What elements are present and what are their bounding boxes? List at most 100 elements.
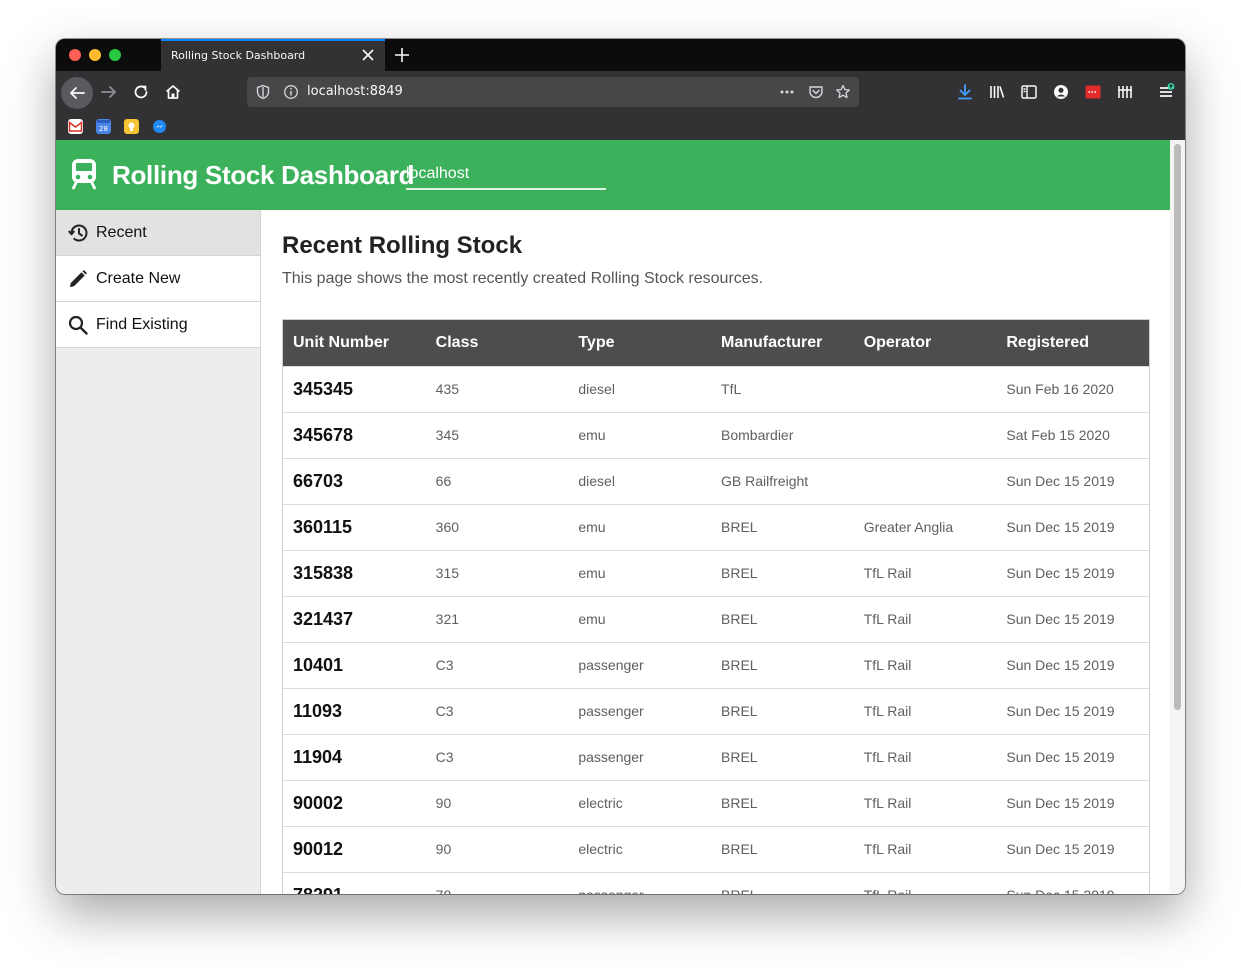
- host-input-value[interactable]: localhost: [406, 165, 469, 183]
- library-button[interactable]: [982, 77, 1012, 107]
- reload-button[interactable]: [126, 77, 156, 107]
- type-cell: emu: [578, 427, 606, 443]
- shield-icon[interactable]: [255, 84, 271, 100]
- new-tab-icon[interactable]: [393, 46, 411, 64]
- unit-number-cell[interactable]: 66703: [283, 459, 426, 504]
- search-icon: [68, 315, 88, 335]
- type-cell: electric: [578, 795, 623, 811]
- table-row[interactable]: 315838 315 emu BREL TfL Rail Sun Dec 15 …: [283, 550, 1149, 596]
- downloads-button[interactable]: [950, 77, 980, 107]
- info-icon[interactable]: [283, 84, 299, 100]
- type-cell: passenger: [578, 749, 644, 765]
- type-cell: diesel: [578, 381, 615, 397]
- back-button[interactable]: [61, 77, 93, 109]
- tab-title: Rolling Stock Dashboard: [171, 49, 306, 62]
- gmail-bookmark-icon[interactable]: [68, 119, 83, 134]
- host-input[interactable]: localhost: [406, 164, 606, 190]
- extension-red-icon: [1085, 85, 1101, 99]
- operator-cell: TfL Rail: [863, 611, 912, 627]
- extension-button-red[interactable]: [1078, 77, 1108, 107]
- manufacturer-cell: BREL: [721, 519, 758, 535]
- class-cell: 90: [435, 841, 452, 857]
- operator-cell: TfL Rail: [863, 749, 912, 765]
- home-button[interactable]: [158, 77, 188, 107]
- sidebar-item-create-new[interactable]: Create New: [56, 256, 260, 302]
- table-row[interactable]: 360115 360 emu BREL Greater Anglia Sun D…: [283, 504, 1149, 550]
- registered-cell: Sun Dec 15 2019: [1006, 565, 1115, 581]
- table-row[interactable]: 78291 78 passenger BREL TfL Rail Sun Dec…: [283, 872, 1149, 894]
- type-cell: electric: [578, 841, 623, 857]
- navigation-toolbar: localhost:8849: [56, 71, 1185, 113]
- pencil-icon: [70, 270, 87, 287]
- class-cell: 315: [435, 565, 460, 581]
- menu-button[interactable]: [1151, 77, 1181, 107]
- unit-number-cell[interactable]: 10401: [283, 643, 426, 688]
- tab-strip: Rolling Stock Dashboard: [56, 39, 1185, 71]
- download-icon: [958, 84, 972, 100]
- home-icon: [165, 85, 181, 99]
- page-scrollbar[interactable]: [1170, 140, 1185, 894]
- unit-number-cell[interactable]: 315838: [283, 551, 426, 596]
- table-row[interactable]: 321437 321 emu BREL TfL Rail Sun Dec 15 …: [283, 596, 1149, 642]
- sidebar-toggle-button[interactable]: [1014, 77, 1044, 107]
- registered-cell: Sun Dec 15 2019: [996, 873, 1149, 894]
- sidebar-item-find-existing[interactable]: Find Existing: [56, 302, 260, 348]
- manufacturer-cell: GB Railfreight: [721, 473, 809, 489]
- column-header-manufacturer[interactable]: Manufacturer: [711, 320, 854, 366]
- type-cell: diesel: [578, 473, 615, 489]
- browser-tab[interactable]: Rolling Stock Dashboard: [161, 39, 385, 71]
- table-row[interactable]: 10401 C3 passenger BREL TfL Rail Sun Dec…: [283, 642, 1149, 688]
- zoom-window-button[interactable]: [109, 49, 121, 61]
- unit-number-cell[interactable]: 78291: [283, 873, 426, 894]
- column-header-operator[interactable]: Operator: [854, 320, 997, 366]
- unit-number-cell[interactable]: 360115: [283, 505, 426, 550]
- table-row[interactable]: 345678 345 emu Bombardier Sat Feb 15 202…: [283, 412, 1149, 458]
- extension-button-grid[interactable]: [1110, 77, 1140, 107]
- unit-number-cell[interactable]: 345345: [283, 367, 426, 412]
- registered-cell: Sun Dec 15 2019: [1006, 519, 1115, 535]
- table-row[interactable]: 11093 C3 passenger BREL TfL Rail Sun Dec…: [283, 688, 1149, 734]
- manufacturer-cell: BREL: [721, 611, 758, 627]
- class-cell: 66: [435, 473, 452, 489]
- unit-number-cell[interactable]: 90002: [283, 781, 426, 826]
- table-row[interactable]: 11904 C3 passenger BREL TfL Rail Sun Dec…: [283, 734, 1149, 780]
- bookmark-star-icon[interactable]: [835, 84, 851, 100]
- column-header-class[interactable]: Class: [426, 320, 569, 366]
- close-window-button[interactable]: [69, 49, 81, 61]
- unit-number-cell[interactable]: 321437: [283, 597, 426, 642]
- registered-cell: Sat Feb 15 2020: [1006, 427, 1110, 443]
- close-tab-icon[interactable]: [360, 47, 376, 63]
- address-bar[interactable]: localhost:8849: [247, 77, 859, 107]
- type-cell: passenger: [578, 657, 644, 673]
- keep-bookmark-icon[interactable]: [124, 119, 139, 134]
- operator-cell: [854, 459, 997, 504]
- manufacturer-cell: BREL: [721, 565, 758, 581]
- sidebar-icon: [1021, 85, 1037, 99]
- scrollbar-thumb[interactable]: [1174, 144, 1181, 710]
- table-row[interactable]: 90002 90 electric BREL TfL Rail Sun Dec …: [283, 780, 1149, 826]
- account-icon: [1054, 85, 1068, 99]
- account-button[interactable]: [1046, 77, 1076, 107]
- column-header-registered[interactable]: Registered: [996, 320, 1149, 366]
- unit-number-cell[interactable]: 11093: [283, 689, 426, 734]
- unit-number-cell[interactable]: 90012: [283, 827, 426, 872]
- column-header-unit-number[interactable]: Unit Number: [283, 320, 426, 366]
- table-row[interactable]: 345345 435 diesel TfL Sun Feb 16 2020: [283, 366, 1149, 412]
- forward-button[interactable]: [94, 77, 124, 107]
- type-cell: emu: [578, 565, 606, 581]
- messenger-bookmark-icon[interactable]: [152, 119, 167, 134]
- pocket-icon[interactable]: [808, 84, 824, 100]
- calendar-bookmark-icon[interactable]: 28: [96, 119, 111, 134]
- unit-number-cell[interactable]: 345678: [283, 413, 426, 458]
- minimize-window-button[interactable]: [89, 49, 101, 61]
- table-row[interactable]: 66703 66 diesel GB Railfreight Sun Dec 1…: [283, 458, 1149, 504]
- column-header-type[interactable]: Type: [568, 320, 711, 366]
- table-row[interactable]: 90012 90 electric BREL TfL Rail Sun Dec …: [283, 826, 1149, 872]
- history-icon: [68, 224, 88, 242]
- unit-number-cell[interactable]: 11904: [283, 735, 426, 780]
- more-actions-icon[interactable]: [779, 84, 795, 100]
- sidebar-item-recent[interactable]: Recent: [56, 210, 260, 256]
- browser-window: Rolling Stock Dashboard localhost:8849 2…: [56, 39, 1185, 894]
- class-cell: 78: [426, 873, 569, 894]
- class-cell: C3: [435, 657, 454, 673]
